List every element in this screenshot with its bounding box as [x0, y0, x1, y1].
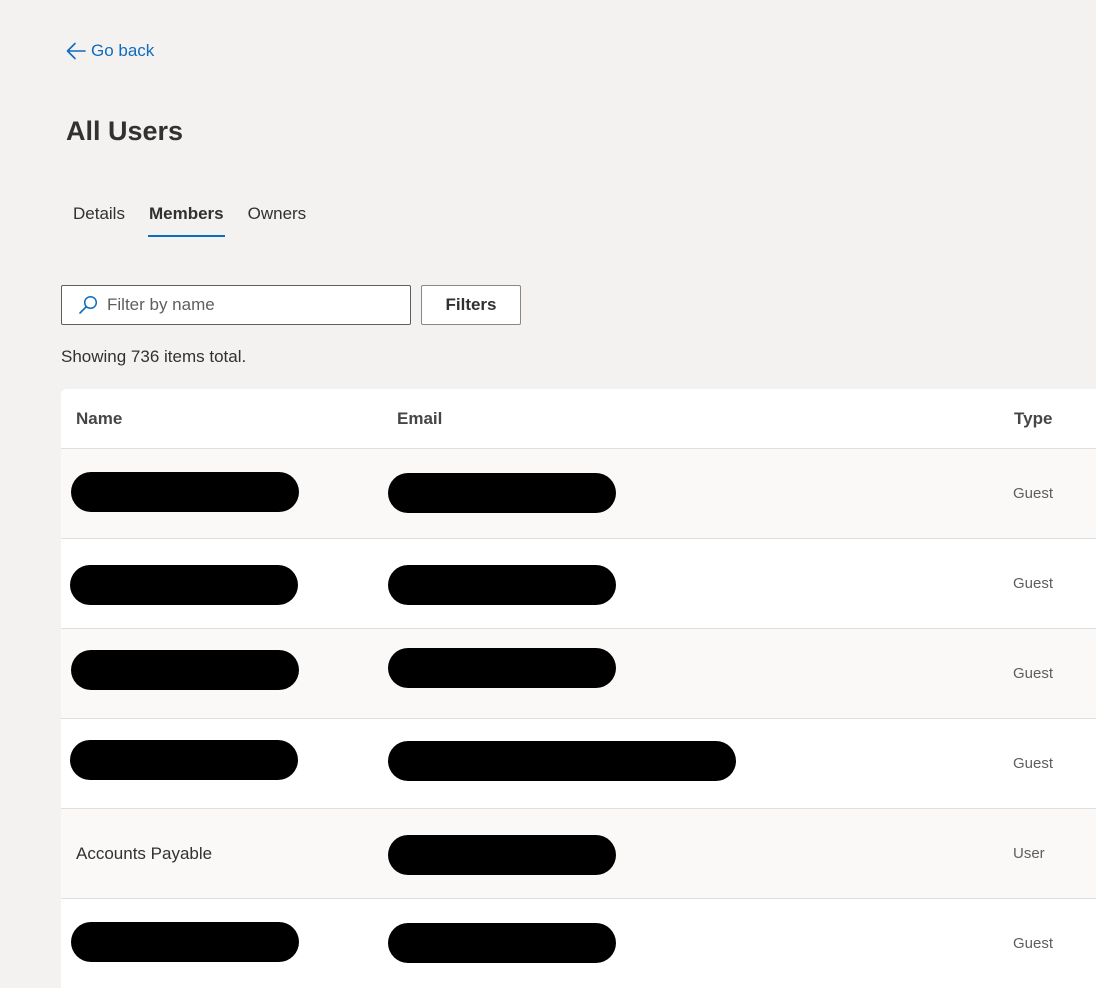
members-table: Name Email Type Guest Guest Guest Guest … — [61, 389, 1096, 988]
tab-details[interactable]: Details — [61, 198, 137, 237]
redacted-name — [71, 922, 299, 962]
go-back-link[interactable]: Go back — [65, 40, 154, 62]
redacted-name — [71, 650, 299, 690]
cell-type: Guest — [1013, 935, 1054, 952]
search-box[interactable] — [61, 285, 411, 325]
tab-members[interactable]: Members — [137, 198, 236, 237]
arrow-left-icon — [66, 42, 86, 60]
redacted-name — [70, 740, 298, 780]
column-header-name[interactable]: Name — [76, 409, 122, 429]
table-row[interactable]: Guest — [61, 539, 1096, 629]
search-icon — [79, 295, 98, 314]
table-row[interactable]: Accounts Payable User — [61, 809, 1096, 899]
table-row[interactable]: Guest — [61, 449, 1096, 539]
cell-type: Guest — [1013, 575, 1054, 592]
redacted-email — [388, 741, 736, 781]
cell-type: Guest — [1013, 665, 1054, 682]
redacted-email — [388, 923, 616, 963]
table-row[interactable]: Guest — [61, 899, 1096, 988]
column-header-type[interactable]: Type — [1014, 409, 1052, 429]
cell-type: User — [1013, 845, 1045, 862]
redacted-email — [388, 648, 616, 688]
redacted-email — [388, 565, 616, 605]
page-title: All Users — [66, 116, 184, 146]
cell-name: Accounts Payable — [76, 844, 213, 863]
search-input[interactable] — [107, 295, 397, 315]
cell-type: Guest — [1013, 485, 1054, 502]
redacted-email — [388, 473, 616, 513]
result-count: Showing 736 items total. — [61, 347, 247, 366]
redacted-email — [388, 835, 616, 875]
cell-type: Guest — [1013, 755, 1054, 772]
table-row[interactable]: Guest — [61, 719, 1096, 809]
go-back-label: Go back — [91, 41, 155, 60]
column-header-email[interactable]: Email — [397, 409, 442, 429]
tab-owners[interactable]: Owners — [236, 198, 319, 237]
redacted-name — [71, 472, 299, 512]
table-row[interactable]: Guest — [61, 629, 1096, 719]
filters-button[interactable]: Filters — [421, 285, 521, 325]
tab-bar: Details Members Owners — [61, 198, 318, 237]
table-header: Name Email Type — [61, 389, 1096, 449]
redacted-name — [70, 565, 298, 605]
